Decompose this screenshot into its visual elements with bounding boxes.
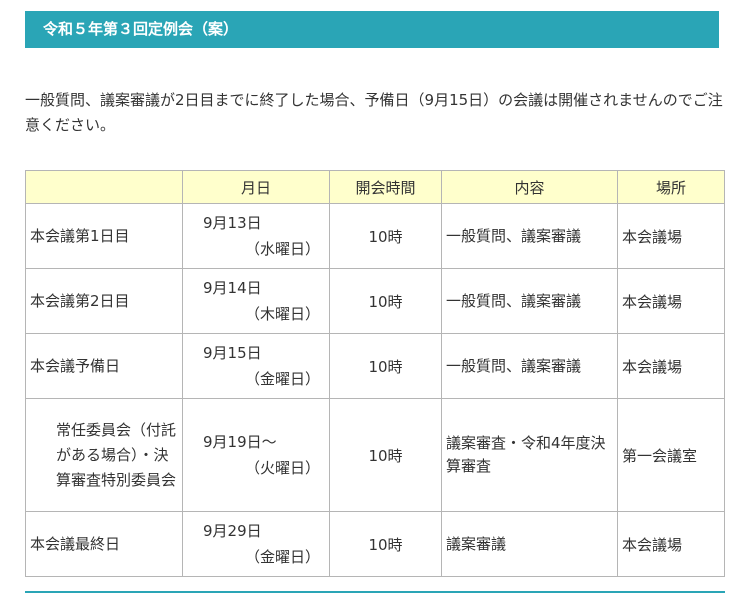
date-value: 9月29日 [203, 522, 262, 540]
table-row: 本会議最終日 9月29日 （金曜日） 10時 議案審議 本会議場 [25, 511, 725, 577]
venue: 本会議場 [617, 203, 725, 269]
start-time: 10時 [329, 511, 442, 577]
table-row: 本会議第2日目 9月14日 （木曜日） 10時 一般質問、議案審議 本会議場 [25, 268, 725, 334]
venue: 本会議場 [617, 511, 725, 577]
date-value: 9月13日 [203, 214, 262, 232]
weekday-value: （金曜日） [245, 370, 321, 388]
event-date: 9月14日 （木曜日） [182, 268, 330, 334]
weekday-value: （木曜日） [245, 305, 321, 323]
venue: 本会議場 [617, 333, 725, 399]
weekday-value: （水曜日） [245, 240, 321, 258]
weekday-value: （火曜日） [245, 459, 321, 477]
event-name: 本会議予備日 [25, 333, 183, 399]
table-row: 本会議第1日目 9月13日 （水曜日） 10時 一般質問、議案審議 本会議場 [25, 203, 725, 269]
agenda-content: 一般質問、議案審議 [441, 203, 618, 269]
venue: 本会議場 [617, 268, 725, 334]
table-row: 本会議予備日 9月15日 （金曜日） 10時 一般質問、議案審議 本会議場 [25, 333, 725, 399]
agenda-content: 議案審議 [441, 511, 618, 577]
header-time: 開会時間 [329, 170, 442, 204]
header-content: 内容 [441, 170, 618, 204]
table-row: 常任委員会（付託がある場合）・決算審査特別委員会 9月19日～ （火曜日） 10… [25, 398, 725, 512]
agenda-content: 議案審査・令和4年度決算審査 [441, 398, 618, 512]
event-date: 9月13日 （水曜日） [182, 203, 330, 269]
section-divider [25, 591, 725, 593]
header-date: 月日 [182, 170, 330, 204]
page-title: 令和５年第３回定例会（案） [25, 11, 719, 48]
event-date: 9月15日 （金曜日） [182, 333, 330, 399]
event-name: 本会議第2日目 [25, 268, 183, 334]
start-time: 10時 [329, 268, 442, 334]
start-time: 10時 [329, 333, 442, 399]
header-place: 場所 [617, 170, 725, 204]
event-date: 9月19日～ （火曜日） [182, 398, 330, 512]
header-blank [25, 170, 183, 204]
notice-text: 一般質問、議案審議が2日目までに終了した場合、予備日（9月15日）の会議は開催さ… [25, 91, 723, 134]
event-date: 9月29日 （金曜日） [182, 511, 330, 577]
agenda-content: 一般質問、議案審議 [441, 268, 618, 334]
event-name: 本会議第1日目 [25, 203, 183, 269]
schedule-table: 月日 開会時間 内容 場所 本会議第1日目 9月13日 （水曜日） 10時 一般… [25, 170, 725, 577]
event-name: 本会議最終日 [25, 511, 183, 577]
weekday-value: （金曜日） [245, 548, 321, 566]
date-value: 9月14日 [203, 279, 262, 297]
date-value: 9月19日～ [203, 433, 277, 451]
event-name: 常任委員会（付託がある場合）・決算審査特別委員会 [25, 398, 183, 512]
start-time: 10時 [329, 203, 442, 269]
venue: 第一会議室 [617, 398, 725, 512]
table-header-row: 月日 開会時間 内容 場所 [25, 170, 725, 204]
agenda-content: 一般質問、議案審議 [441, 333, 618, 399]
date-value: 9月15日 [203, 344, 262, 362]
start-time: 10時 [329, 398, 442, 512]
